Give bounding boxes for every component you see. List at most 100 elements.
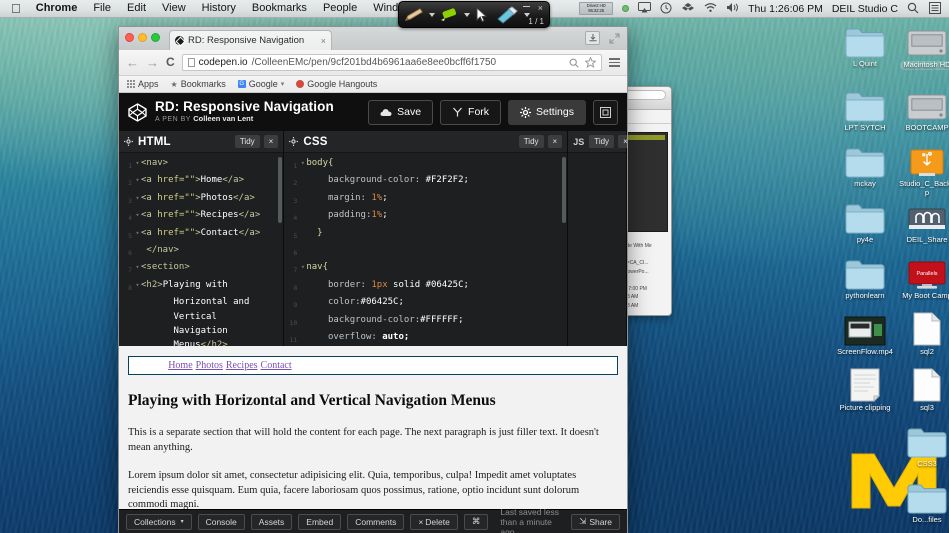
collections-dropdown[interactable]: Collections ▾ xyxy=(126,513,192,530)
js-tidy-button[interactable]: Tidy xyxy=(589,135,615,148)
page-info-icon[interactable] xyxy=(187,58,195,67)
menu-view[interactable]: View xyxy=(154,0,194,17)
search-icon[interactable] xyxy=(907,2,920,15)
js-close-button[interactable]: × xyxy=(618,135,627,148)
menu-people[interactable]: People xyxy=(315,0,365,17)
desktop-icon[interactable]: Parallels My Boot Camp xyxy=(898,252,949,301)
desktop-icon[interactable]: L Quint xyxy=(836,20,894,69)
address-bar[interactable]: codepen.io/ColleenEMc/pen/9cf201bd4b6961… xyxy=(181,54,602,71)
fold-toggle-icon[interactable]: ▾ xyxy=(134,191,141,205)
fold-toggle-icon[interactable]: ▾ xyxy=(134,278,141,292)
html-scrollbar-thumb[interactable] xyxy=(278,157,283,223)
fork-button[interactable]: Fork xyxy=(440,99,502,125)
html-close-button[interactable]: × xyxy=(263,135,279,148)
desktop-icon[interactable]: Picture clipping xyxy=(836,364,894,413)
wifi-icon[interactable] xyxy=(704,2,717,15)
minimize-window-button[interactable] xyxy=(138,33,147,42)
html-code-area[interactable]: 1 ▾ <nav> 2 ▾ <a href="">Home</a> 3 ▾ <a href=""… xyxy=(119,153,284,346)
background-window-searchfield[interactable] xyxy=(622,90,666,100)
desktop-icon[interactable]: mckay xyxy=(836,140,894,189)
desktop-icon[interactable]: LPT SYTCH xyxy=(836,84,894,133)
js-code-area[interactable] xyxy=(568,153,626,346)
menubar-username[interactable]: DEIL Studio C xyxy=(832,3,898,15)
desktop-icon[interactable]: CSS3 xyxy=(898,420,949,469)
preview-link-recipes[interactable]: Recipes xyxy=(226,360,258,371)
fold-toggle-icon[interactable]: ▾ xyxy=(134,208,141,222)
menubar-clock[interactable]: Thu 1:26:06 PM xyxy=(748,3,823,15)
fold-toggle-icon[interactable]: ▾ xyxy=(134,173,141,187)
fold-toggle-icon[interactable]: ▾ xyxy=(134,260,141,274)
menu-bookmarks[interactable]: Bookmarks xyxy=(244,0,315,17)
pencil-options-caret-icon[interactable] xyxy=(429,12,435,17)
share-button[interactable]: ⇲ Share xyxy=(571,513,620,530)
minimize-icon[interactable] xyxy=(523,6,530,7)
reload-button[interactable]: C xyxy=(166,56,175,69)
forward-button[interactable]: → xyxy=(146,56,159,69)
close-icon[interactable]: × xyxy=(538,4,543,13)
star-icon[interactable] xyxy=(585,57,596,68)
desktop-icon[interactable]: Macintosh HD xyxy=(898,20,949,70)
desktop-icon[interactable]: Do...files xyxy=(898,476,949,525)
bookmark-apps[interactable]: Apps xyxy=(127,79,159,89)
drive-status-icon[interactable]: Drive2 HD 95:32:25 xyxy=(579,1,614,16)
pencil-tool-icon[interactable] xyxy=(403,6,425,24)
html-tidy-button[interactable]: Tidy xyxy=(234,135,260,148)
fold-toggle-icon[interactable]: ▾ xyxy=(299,156,306,170)
back-button[interactable]: ← xyxy=(126,56,139,69)
fullscreen-expand-icon[interactable] xyxy=(607,31,622,45)
tab-close-icon[interactable]: × xyxy=(321,36,326,46)
desktop-icon[interactable]: ScreenFlow.mp4 xyxy=(836,308,894,357)
assets-button[interactable]: Assets xyxy=(250,513,293,530)
preview-link-photos[interactable]: Photos xyxy=(196,360,223,371)
dropbox-icon[interactable] xyxy=(682,2,695,15)
notification-center-icon[interactable] xyxy=(929,2,942,15)
delete-button[interactable]: × Delete xyxy=(410,513,458,530)
zoom-search-icon[interactable] xyxy=(569,58,579,68)
arrow-tool-icon[interactable] xyxy=(496,5,520,24)
bookmark-google[interactable]: G Google ▾ xyxy=(237,79,284,89)
desktop-icon[interactable]: pythonlearn xyxy=(836,252,894,301)
save-button[interactable]: Save xyxy=(368,99,434,125)
highlighter-options-caret-icon[interactable] xyxy=(464,12,470,17)
embed-button[interactable]: Embed xyxy=(298,513,342,530)
bookmark-bookmarks[interactable]: ★ Bookmarks xyxy=(171,79,226,89)
highlighter-tool-icon[interactable] xyxy=(438,6,460,24)
preview-link-contact[interactable]: Contact xyxy=(261,360,292,371)
gear-icon[interactable] xyxy=(124,137,133,146)
css-tidy-button[interactable]: Tidy xyxy=(518,135,544,148)
css-scrollbar-thumb[interactable] xyxy=(562,157,567,223)
arrow-options-caret-icon[interactable] xyxy=(524,12,530,17)
console-button[interactable]: Console xyxy=(197,513,245,530)
annotation-toolbar[interactable]: × 1 / 1 xyxy=(398,1,550,28)
settings-button[interactable]: Settings xyxy=(508,99,586,125)
codepen-logo-icon[interactable] xyxy=(128,102,147,122)
fold-toggle-icon[interactable]: ▾ xyxy=(134,226,141,240)
fullscreen-button[interactable] xyxy=(593,99,618,125)
apple-logo-icon[interactable]:  xyxy=(8,1,28,17)
comments-button[interactable]: Comments xyxy=(347,513,405,530)
volume-icon[interactable] xyxy=(726,2,739,15)
desktop-icon[interactable]: DEIL_Share xyxy=(898,196,949,245)
gear-icon[interactable] xyxy=(289,137,299,146)
hamburger-menu-icon[interactable] xyxy=(609,58,620,67)
desktop-icon[interactable]: sql3 xyxy=(898,364,949,413)
css-code-area[interactable]: 1 ▾ body{2 background-color: #F2F2F2; 3 mar… xyxy=(284,153,568,346)
time-machine-icon[interactable] xyxy=(660,2,673,15)
cursor-tool-icon[interactable] xyxy=(473,6,489,24)
fold-toggle-icon[interactable]: ▾ xyxy=(134,156,141,170)
bookmark-hangouts[interactable]: Google Hangouts xyxy=(296,79,377,89)
desktop-icon[interactable]: sql2 xyxy=(898,308,949,357)
download-button[interactable] xyxy=(585,31,600,45)
zoom-window-button[interactable] xyxy=(151,33,160,42)
menu-history[interactable]: History xyxy=(194,0,244,17)
css-close-button[interactable]: × xyxy=(547,135,563,148)
browser-tab[interactable]: RD: Responsive Navigation × xyxy=(169,30,332,50)
menu-file[interactable]: File xyxy=(85,0,119,17)
desktop-icon[interactable]: BOOTCAMP xyxy=(898,84,949,133)
keyboard-shortcuts-button[interactable]: ⌘ xyxy=(463,513,489,530)
menu-edit[interactable]: Edit xyxy=(119,0,154,17)
preview-link-home[interactable]: Home xyxy=(168,360,192,371)
fold-toggle-icon[interactable]: ▾ xyxy=(299,260,306,274)
close-window-button[interactable] xyxy=(125,33,134,42)
dropbox-icon[interactable] xyxy=(622,5,630,12)
